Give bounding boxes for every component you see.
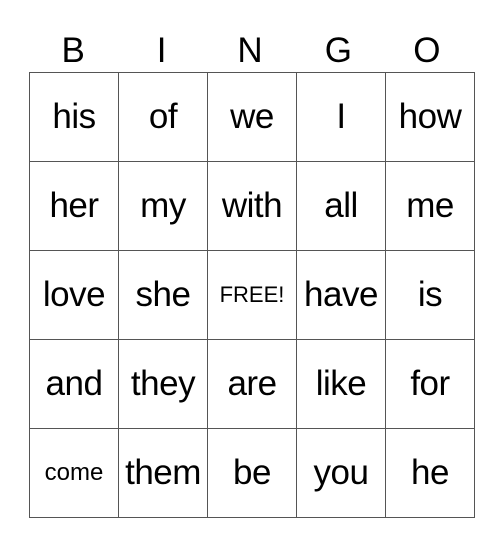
bingo-cell[interactable]: be (207, 428, 297, 518)
bingo-cell[interactable]: for (385, 339, 475, 429)
grid-row: love she FREE! have is (29, 250, 475, 340)
header-letter-b: B (61, 31, 85, 70)
bingo-cell[interactable]: like (296, 339, 386, 429)
bingo-cell[interactable]: my (118, 161, 208, 251)
bingo-cell[interactable]: they (118, 339, 208, 429)
bingo-cell[interactable]: he (385, 428, 475, 518)
bingo-cell[interactable]: I (296, 72, 386, 162)
bingo-cell[interactable]: and (29, 339, 119, 429)
bingo-grid: his of we I how her my with all me love … (29, 72, 475, 518)
bingo-cell[interactable]: she (118, 250, 208, 340)
grid-row: and they are like for (29, 339, 475, 429)
bingo-cell[interactable]: his (29, 72, 119, 162)
header-letter-g: G (324, 31, 353, 70)
bingo-cell[interactable]: have (296, 250, 386, 340)
bingo-cell[interactable]: of (118, 72, 208, 162)
bingo-cell[interactable]: them (118, 428, 208, 518)
bingo-cell[interactable]: is (385, 250, 475, 340)
bingo-cell[interactable]: you (296, 428, 386, 518)
grid-row: come them be you he (29, 428, 475, 518)
bingo-header: B I N G O (29, 30, 471, 72)
header-letter-o: O (413, 31, 441, 70)
bingo-cell[interactable]: how (385, 72, 475, 162)
free-space-cell[interactable]: FREE! (207, 250, 297, 340)
bingo-cell[interactable]: are (207, 339, 297, 429)
grid-row: her my with all me (29, 161, 475, 251)
bingo-cell[interactable]: me (385, 161, 475, 251)
bingo-cell[interactable]: with (207, 161, 297, 251)
header-letter-i: I (156, 31, 167, 70)
bingo-cell[interactable]: her (29, 161, 119, 251)
bingo-cell[interactable]: love (29, 250, 119, 340)
bingo-cell[interactable]: come (29, 428, 119, 518)
header-letter-n: N (237, 31, 263, 70)
bingo-cell[interactable]: all (296, 161, 386, 251)
bingo-cell[interactable]: we (207, 72, 297, 162)
grid-row: his of we I how (29, 72, 475, 162)
